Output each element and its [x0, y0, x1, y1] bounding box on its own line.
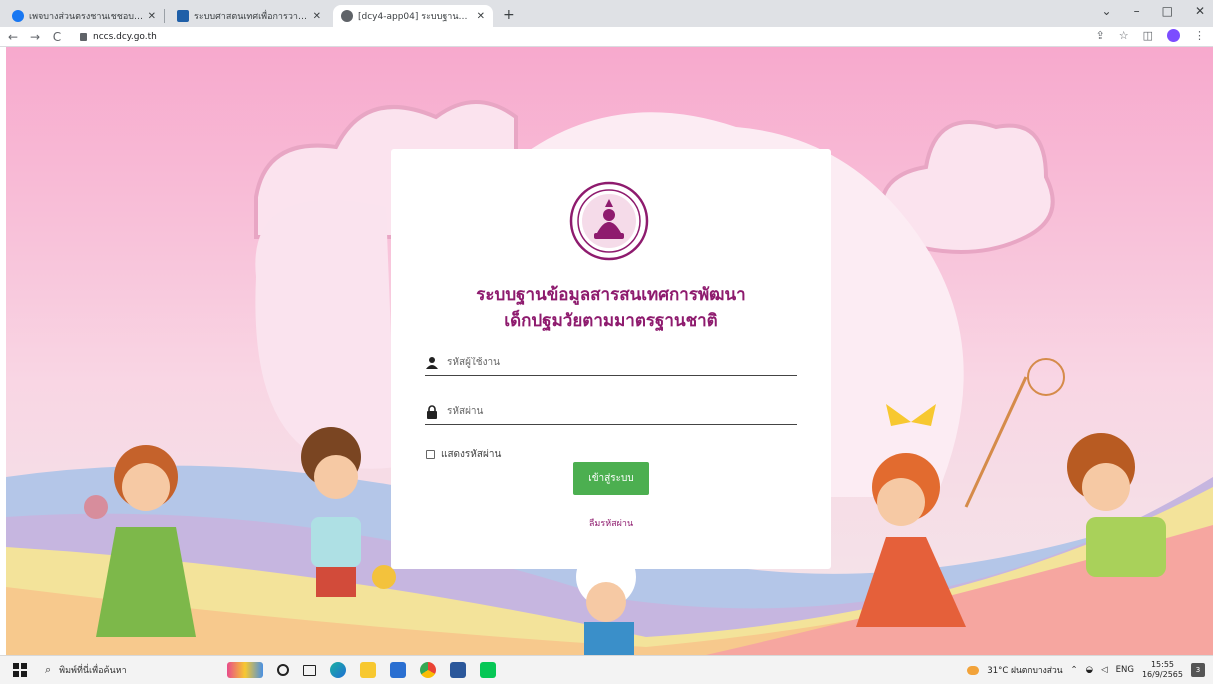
globe-icon — [341, 10, 353, 22]
search-icon: ⌕ — [45, 663, 52, 676]
browser-tab-strip: เพจบางส่วนตรงชานเชชอบ | Facebo... ✕ ระบบ… — [0, 0, 1213, 27]
page-title-line-2: เด็กปฐมวัยตามมาตรฐานชาติ — [504, 311, 718, 331]
close-icon[interactable]: ✕ — [477, 11, 485, 22]
show-password-toggle[interactable]: แสดงรหัสผ่าน — [426, 447, 501, 462]
show-password-label: แสดงรหัสผ่าน — [441, 449, 502, 460]
chevron-up-icon[interactable]: ⌃ — [1071, 665, 1078, 675]
language-indicator[interactable]: ENG — [1116, 665, 1134, 675]
taskbar-search[interactable]: ⌕ พิมพ์ที่นี่เพื่อค้นหา — [45, 663, 205, 677]
tab-label: [dcy4-app04] ระบบฐานข้อมูลศาสตร... — [358, 12, 473, 22]
notification-icon[interactable]: 3 — [1191, 663, 1205, 677]
word-icon[interactable] — [450, 662, 466, 678]
event-icon[interactable] — [227, 662, 263, 678]
sidebar-icon[interactable]: ◫ — [1143, 29, 1153, 42]
weather-icon[interactable] — [967, 665, 980, 675]
login-button[interactable]: เข้าสู่ระบบ — [573, 462, 649, 495]
tab-dcy-app[interactable]: [dcy4-app04] ระบบฐานข้อมูลศาสตร... ✕ — [333, 5, 493, 27]
share-icon[interactable]: ⇪ — [1096, 29, 1105, 42]
clock-date: 16/9/2565 — [1141, 670, 1183, 679]
tab-planning-system[interactable]: ระบบศาสตนเทศเพื่อการวางแผนแผนประ... ✕ — [169, 5, 329, 27]
address-bar-row: ← → C nccs.dcy.go.th ⇪ ☆ ◫ ⋮ — [0, 27, 1213, 47]
tab-divider — [164, 9, 165, 23]
chrome-icon[interactable] — [420, 662, 436, 678]
site-icon — [177, 10, 189, 22]
network-icon[interactable]: ◒ — [1086, 665, 1093, 675]
password-field — [425, 399, 797, 425]
username-input[interactable] — [447, 357, 797, 368]
file-explorer-icon[interactable] — [360, 662, 376, 678]
username-field — [425, 350, 797, 376]
mail-icon[interactable] — [390, 662, 406, 678]
taskbar-search-placeholder: พิมพ์ที่นี่เพื่อค้นหา — [59, 666, 127, 676]
weather-text[interactable]: 31°C ฝนตกบางส่วน — [987, 663, 1062, 677]
line-icon[interactable] — [480, 662, 496, 678]
window-controls: ⌄ – □ ✕ — [1102, 4, 1205, 18]
login-card: ระบบฐานข้อมูลสารสนเทศการพัฒนา เด็กปฐมวัย… — [391, 149, 831, 569]
reload-button[interactable]: C — [48, 30, 66, 44]
chevron-down-icon[interactable]: ⌄ — [1102, 4, 1112, 18]
taskbar-apps — [227, 662, 496, 678]
page-viewport: ระบบฐานข้อมูลสารสนเทศการพัฒนา เด็กปฐมวัย… — [6, 47, 1213, 655]
maximize-button[interactable]: □ — [1162, 4, 1173, 18]
cortana-icon[interactable] — [277, 664, 289, 676]
user-icon — [426, 356, 438, 369]
tab-label: ระบบศาสตนเทศเพื่อการวางแผนแผนประ... — [194, 12, 309, 22]
tab-facebook[interactable]: เพจบางส่วนตรงชานเชชอบ | Facebo... ✕ — [4, 5, 164, 27]
show-password-checkbox[interactable] — [426, 450, 435, 459]
clock[interactable]: 15:55 16/9/2565 — [1142, 660, 1183, 680]
close-icon[interactable]: ✕ — [313, 11, 321, 22]
menu-icon[interactable]: ⋮ — [1194, 29, 1205, 42]
url-text: nccs.dcy.go.th — [93, 31, 157, 42]
facebook-icon — [12, 10, 24, 22]
new-tab-button[interactable]: + — [503, 7, 515, 23]
close-icon[interactable]: ✕ — [148, 11, 156, 22]
close-window-button[interactable]: ✕ — [1195, 4, 1205, 18]
edge-icon[interactable] — [330, 662, 346, 678]
taskview-icon[interactable] — [303, 664, 316, 676]
tab-label: เพจบางส่วนตรงชานเชชอบ | Facebo... — [29, 12, 144, 22]
system-tray: 31°C ฝนตกบางส่วน ⌃ ◒ ◁ ENG 15:55 16/9/25… — [967, 660, 1205, 680]
browser-tools: ⇪ ☆ ◫ ⋮ — [1096, 29, 1205, 42]
volume-icon[interactable]: ◁ — [1101, 665, 1108, 675]
password-input[interactable] — [447, 406, 797, 417]
forward-button[interactable]: → — [26, 30, 44, 44]
lock-icon[interactable] — [80, 32, 87, 41]
minimize-button[interactable]: – — [1134, 4, 1140, 18]
page-title-line-1: ระบบฐานข้อมูลสารสนเทศการพัฒนา — [476, 285, 746, 305]
clock-time: 15:55 — [1150, 660, 1175, 669]
profile-avatar[interactable] — [1167, 29, 1180, 42]
windows-start-icon[interactable] — [13, 663, 27, 677]
url-field[interactable]: nccs.dcy.go.th — [80, 32, 157, 42]
forgot-password-link[interactable]: ลืมรหัสผ่าน — [391, 516, 831, 530]
department-seal-logo — [569, 181, 649, 261]
back-button[interactable]: ← — [4, 30, 22, 44]
star-icon[interactable]: ☆ — [1119, 29, 1129, 42]
windows-taskbar: ⌕ พิมพ์ที่นี่เพื่อค้นหา 31°C ฝนตกบางส่วน… — [0, 655, 1213, 684]
notification-count: 3 — [1195, 666, 1201, 674]
lock-icon — [427, 404, 437, 419]
